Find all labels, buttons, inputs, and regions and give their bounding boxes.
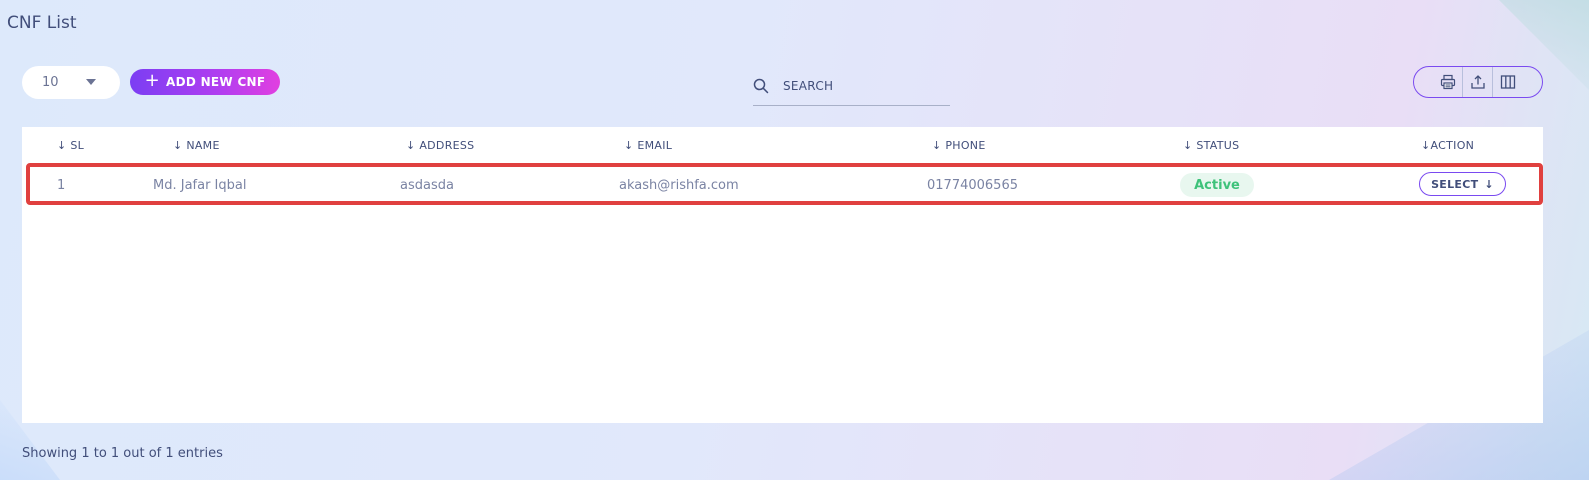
columns-icon <box>1500 75 1516 89</box>
table-header: ↓ SL ↓ NAME ↓ ADDRESS ↓ EMAIL ↓ PHONE ↓ … <box>22 127 1543 163</box>
sort-arrow-icon: ↓ <box>173 139 183 152</box>
entries-summary: Showing 1 to 1 out of 1 entries <box>22 446 223 461</box>
add-new-cnf-button[interactable]: + ADD NEW CNF <box>130 69 280 95</box>
search-box <box>753 70 950 106</box>
printer-icon <box>1440 74 1455 90</box>
chevron-down-icon: ↓ <box>1484 177 1494 191</box>
cell-name: Md. Jafar Iqbal <box>153 178 247 193</box>
sort-arrow-icon: ↓ <box>932 139 942 152</box>
status-badge: Active <box>1180 173 1254 197</box>
column-header-action[interactable]: ↓ACTION <box>1421 139 1474 152</box>
column-header-sl[interactable]: ↓ SL <box>57 139 84 152</box>
select-action-button[interactable]: SELECT ↓ <box>1419 172 1506 196</box>
column-header-status[interactable]: ↓ STATUS <box>1183 139 1239 152</box>
export-button[interactable] <box>1463 67 1493 97</box>
sort-arrow-icon: ↓ <box>1421 139 1431 152</box>
page-size-value: 10 <box>42 75 59 90</box>
cell-address: asdasda <box>400 178 454 193</box>
sort-arrow-icon: ↓ <box>406 139 416 152</box>
plus-icon: + <box>144 70 160 91</box>
cell-phone: 01774006565 <box>927 178 1018 193</box>
select-action-label: SELECT <box>1431 177 1479 191</box>
table-row[interactable]: 1 Md. Jafar Iqbal asdasda akash@rishfa.c… <box>26 163 1543 205</box>
table-tools <box>1413 66 1543 98</box>
page-title: CNF List <box>7 13 77 33</box>
cell-email: akash@rishfa.com <box>619 178 739 193</box>
column-header-name[interactable]: ↓ NAME <box>173 139 220 152</box>
add-new-cnf-label: ADD NEW CNF <box>166 75 266 89</box>
export-icon <box>1470 75 1485 89</box>
print-button[interactable] <box>1433 67 1463 97</box>
columns-button[interactable] <box>1493 67 1523 97</box>
page-size-select[interactable]: 10 <box>22 66 120 99</box>
cnf-table: ↓ SL ↓ NAME ↓ ADDRESS ↓ EMAIL ↓ PHONE ↓ … <box>22 127 1543 423</box>
search-input[interactable] <box>783 76 943 96</box>
sort-arrow-icon: ↓ <box>1183 139 1193 152</box>
search-icon <box>753 78 769 94</box>
column-header-address[interactable]: ↓ ADDRESS <box>406 139 474 152</box>
sort-arrow-icon: ↓ <box>57 139 67 152</box>
sort-arrow-icon: ↓ <box>624 139 634 152</box>
column-header-email[interactable]: ↓ EMAIL <box>624 139 672 152</box>
column-header-phone[interactable]: ↓ PHONE <box>932 139 986 152</box>
cell-sl: 1 <box>57 178 66 193</box>
caret-down-icon <box>86 79 96 85</box>
